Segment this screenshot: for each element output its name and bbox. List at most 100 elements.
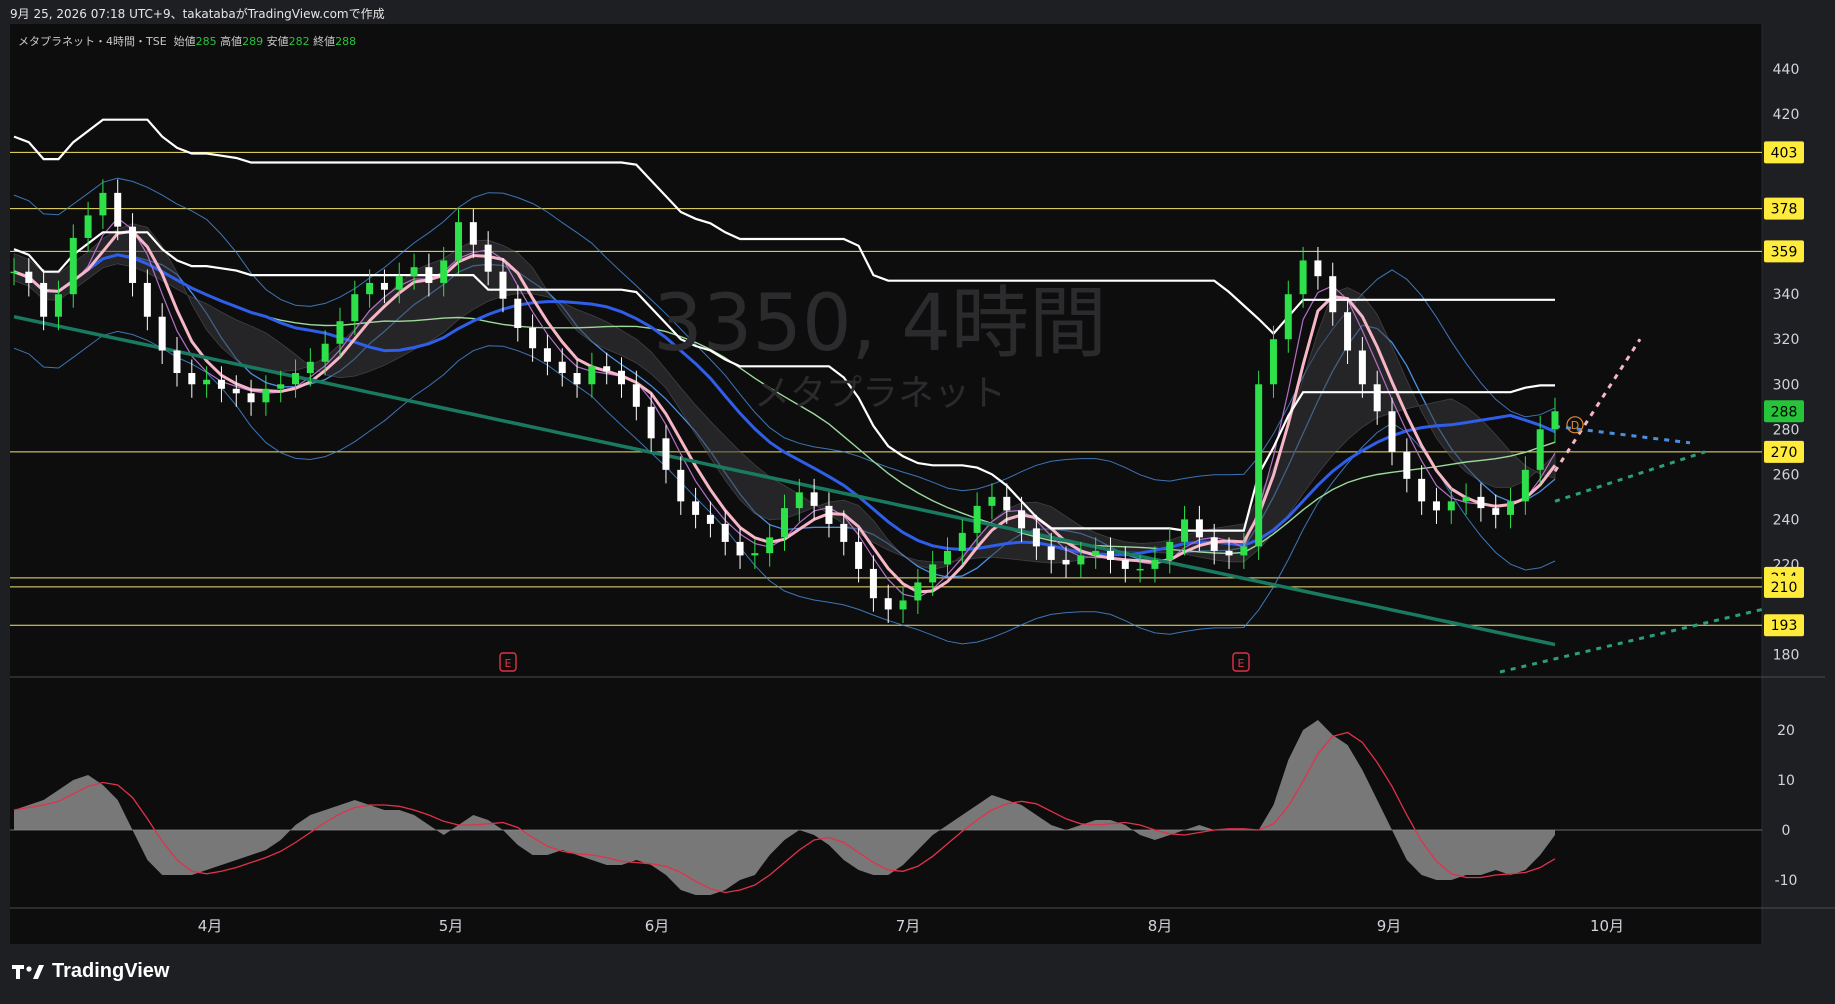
candle-body <box>366 282 374 295</box>
candle-body <box>1047 546 1055 560</box>
candle-body <box>1195 519 1203 538</box>
candle-body <box>232 388 240 394</box>
symbol-name: メタプラネット・4時間・TSE <box>18 35 167 48</box>
level-label: 210 <box>1771 580 1798 596</box>
candle-body <box>662 438 670 470</box>
price-tick-label: 320 <box>1773 332 1800 348</box>
candle-body <box>603 366 611 371</box>
time-tick-label: 10月 <box>1590 917 1624 935</box>
candle-body <box>395 276 403 290</box>
level-label: 378 <box>1771 202 1798 218</box>
candle-body <box>173 350 181 374</box>
price-tick-label: 300 <box>1773 377 1800 393</box>
candle-body <box>129 226 137 283</box>
oscillator-tick-label: -10 <box>1775 873 1798 889</box>
candle-body <box>736 541 744 556</box>
candle-body <box>1388 411 1396 452</box>
candle-body <box>529 327 537 349</box>
brand-name: TradingView <box>52 960 170 982</box>
open-label: 始値 <box>173 35 196 48</box>
earnings-marker-label: E <box>505 657 512 670</box>
candle-body <box>795 492 803 509</box>
watermark-subtitle: メタプラネット <box>754 373 1006 414</box>
candle-body <box>469 222 477 245</box>
candle-body <box>188 373 196 385</box>
candle-body <box>455 222 463 261</box>
level-label: 359 <box>1771 244 1798 260</box>
candle-body <box>1077 555 1085 565</box>
candle-body <box>247 393 255 403</box>
oscillator-tick-label: 20 <box>1777 723 1795 739</box>
price-tick-label: 180 <box>1773 647 1800 663</box>
price-tick-label: 260 <box>1773 467 1800 483</box>
candle-body <box>25 271 33 283</box>
candle-body <box>751 553 759 556</box>
candle-body <box>810 492 818 506</box>
candle-body <box>1092 550 1100 556</box>
high-label: 高値 <box>220 35 243 48</box>
candle-body <box>543 348 551 362</box>
candle-body <box>217 379 225 389</box>
symbol-legend: メタプラネット・4時間・TSE 始値285 高値289 安値282 終値288 <box>18 33 356 49</box>
candle-body <box>573 373 581 385</box>
candle-body <box>1210 537 1218 551</box>
candle-body <box>766 537 774 554</box>
earnings-marker-label: E <box>1238 657 1245 670</box>
candle-body <box>943 550 951 565</box>
candle-body <box>40 282 48 317</box>
time-tick-label: 5月 <box>439 917 464 935</box>
candle-body <box>884 598 892 610</box>
time-tick-label: 9月 <box>1377 917 1402 935</box>
candle-body <box>558 361 566 374</box>
candle-body <box>1255 384 1263 547</box>
oscillator-tick-label: 0 <box>1782 823 1791 839</box>
candle-body <box>351 294 359 322</box>
tradingview-logo-icon <box>12 964 44 979</box>
candle-body <box>1403 451 1411 479</box>
candle-body <box>781 508 788 538</box>
price-tick-label: 340 <box>1773 287 1800 303</box>
candle-body <box>440 260 448 283</box>
candle-body <box>1240 546 1248 556</box>
candle-body <box>1003 496 1011 511</box>
candle-body <box>410 267 418 277</box>
candle-body <box>1507 501 1515 515</box>
last-price-label: 288 <box>1771 404 1798 420</box>
watermark-title: 3350, 4時間 <box>653 279 1107 369</box>
candle-body <box>10 271 18 274</box>
candle-body <box>158 316 166 351</box>
time-tick-label: 7月 <box>896 917 921 935</box>
candle-body <box>1062 559 1070 565</box>
candle-body <box>1344 312 1352 351</box>
candle-body <box>721 523 729 542</box>
time-tick-label: 4月 <box>198 917 223 935</box>
candle-body <box>988 496 996 506</box>
candle-body <box>1121 559 1129 569</box>
candle-body <box>1447 501 1455 511</box>
candle-body <box>706 514 714 524</box>
candle-body <box>114 192 122 227</box>
candle-body <box>1432 501 1440 511</box>
time-tick-label: 6月 <box>645 917 670 935</box>
price-chart[interactable]: E ED 180220240260280300320340420440403378… <box>0 0 1835 950</box>
level-label: 193 <box>1771 618 1798 634</box>
candle-body <box>1269 339 1277 385</box>
candle-body <box>1462 496 1470 502</box>
candle-body <box>1492 508 1500 515</box>
candle-body <box>84 215 92 238</box>
candle-body <box>143 282 151 317</box>
level-label: 403 <box>1771 145 1798 161</box>
candle-body <box>973 505 981 533</box>
candle-body <box>914 582 922 601</box>
candle-body <box>277 384 285 389</box>
price-tick-label: 420 <box>1773 107 1800 123</box>
candle-body <box>1181 519 1189 542</box>
candle-body <box>1536 429 1544 470</box>
candle-body <box>588 366 596 385</box>
candle-body <box>692 501 700 515</box>
candle-body <box>1551 411 1559 430</box>
candle-body <box>1358 350 1366 385</box>
close-value: 288 <box>335 35 357 48</box>
tradingview-brand[interactable]: TradingView <box>12 960 169 983</box>
candle-body <box>499 271 507 299</box>
